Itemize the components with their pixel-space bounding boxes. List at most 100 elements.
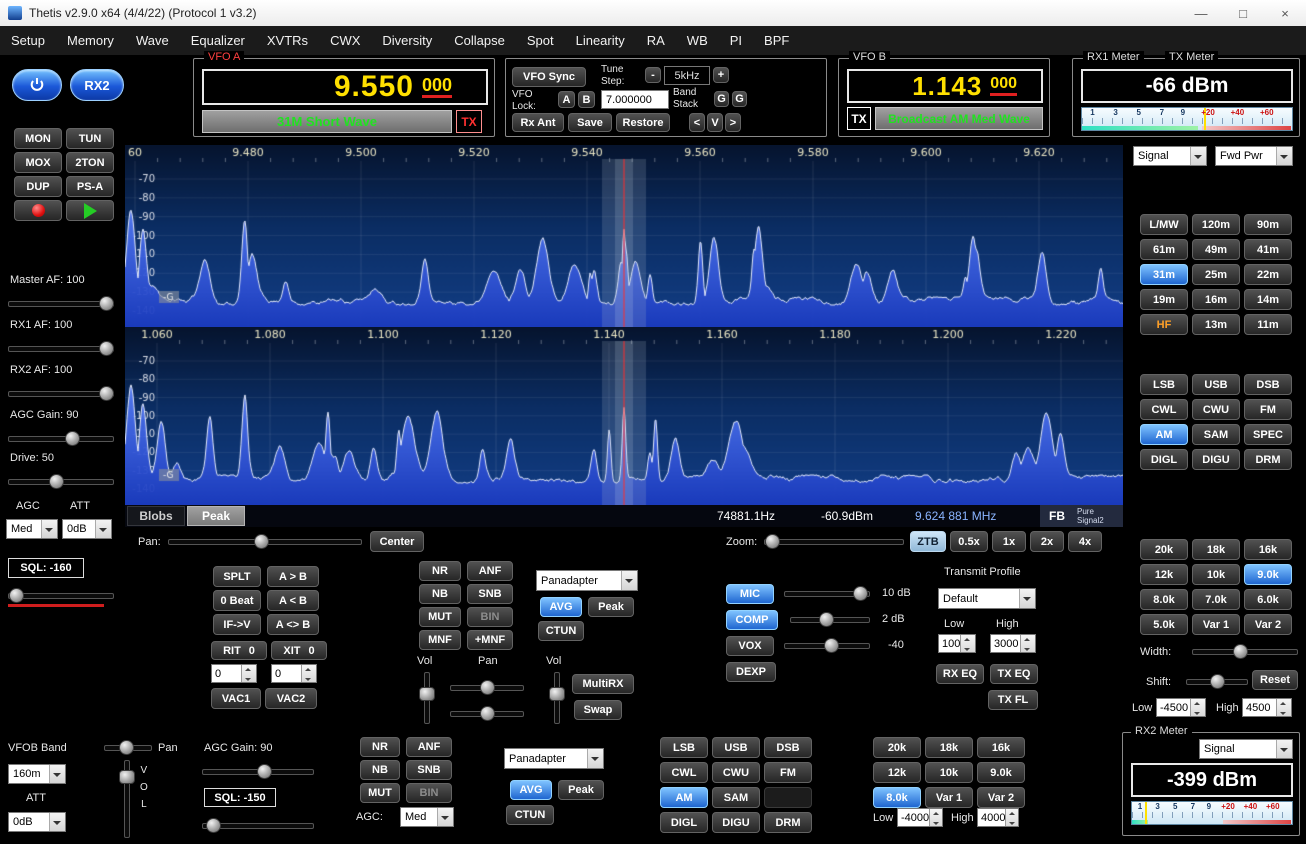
rx2-filter-10k[interactable]: 10k (925, 762, 973, 783)
rx2-filter-16k[interactable]: 16k (977, 737, 1025, 758)
rx2-sql-slider[interactable] (202, 818, 314, 832)
rx1-panadapter-canvas[interactable] (125, 145, 1123, 327)
band-41m[interactable]: 41m (1244, 239, 1292, 260)
zoom-ztb-button[interactable]: ZTB (910, 531, 946, 552)
band-120m[interactable]: 120m (1192, 214, 1240, 235)
rx2-filter-var-2[interactable]: Var 2 (977, 787, 1025, 808)
rx2-mode-cwu[interactable]: CWU (712, 762, 760, 783)
menu-item-ra[interactable]: RA (636, 33, 676, 48)
band-l/mw[interactable]: L/MW (1140, 214, 1188, 235)
menu-item-cwx[interactable]: CWX (319, 33, 371, 48)
a-to-b-button[interactable]: A > B (267, 566, 319, 587)
nr-button[interactable]: NR (419, 561, 461, 581)
b-to-a-button[interactable]: A < B (267, 590, 319, 611)
rx2-nr-button[interactable]: NR (360, 737, 400, 757)
swap-button[interactable]: Swap (574, 700, 622, 720)
tune-step-up-button[interactable]: + (713, 67, 729, 83)
rx2-mode-digl[interactable]: DIGL (660, 812, 708, 833)
rx2-ctun-button[interactable]: CTUN (506, 805, 554, 825)
dup-button[interactable]: DUP (14, 176, 62, 197)
rx2-avg-button[interactable]: AVG (510, 780, 552, 800)
filter-low-spinner[interactable]: -4500 (1156, 698, 1206, 717)
rx2-filter-12k[interactable]: 12k (873, 762, 921, 783)
band-22m[interactable]: 22m (1244, 264, 1292, 285)
rx2-af-slider[interactable] (8, 386, 114, 400)
tx-eq-button[interactable]: TX EQ (990, 664, 1038, 684)
vfob-band-select[interactable]: 160m (8, 764, 66, 784)
spinner-arrows-icon[interactable] (929, 809, 942, 826)
rx1-vol-slider[interactable] (418, 672, 434, 724)
spinner-arrows-icon[interactable] (1276, 699, 1291, 716)
band-13m[interactable]: 13m (1192, 314, 1240, 335)
filter-var-1[interactable]: Var 1 (1192, 614, 1240, 635)
zoom-1x-button[interactable]: 1x (992, 531, 1026, 552)
mox-button[interactable]: MOX (14, 152, 62, 173)
rx2-vol-slider[interactable] (118, 760, 134, 838)
mic-button[interactable]: MIC (726, 584, 774, 604)
tab-peak[interactable]: Peak (187, 506, 245, 526)
split-button[interactable]: SPLT (213, 566, 261, 587)
vox-button[interactable]: VOX (726, 636, 774, 656)
spinner-arrows-icon[interactable] (1005, 809, 1018, 826)
rx2-mode-dsb[interactable]: DSB (764, 737, 812, 758)
menu-item-wave[interactable]: Wave (125, 33, 180, 48)
filter-12k[interactable]: 12k (1140, 564, 1188, 585)
mic-gain-slider[interactable] (784, 586, 870, 600)
rx2-bin-button[interactable]: BIN (406, 783, 452, 803)
avg-button[interactable]: AVG (540, 597, 582, 617)
bandstack-next-button[interactable]: > (725, 113, 741, 132)
rx2-mode-lsb[interactable]: LSB (660, 737, 708, 758)
bin-button[interactable]: BIN (467, 607, 513, 627)
menu-item-spot[interactable]: Spot (516, 33, 565, 48)
rx2-att-select[interactable]: 0dB (8, 812, 66, 832)
mon-button[interactable]: MON (14, 128, 62, 149)
menu-item-pi[interactable]: PI (719, 33, 753, 48)
rx2-agc-select[interactable]: Med (400, 807, 454, 827)
mode-spec[interactable]: SPEC (1244, 424, 1292, 445)
rx-ant-button[interactable]: Rx Ant (512, 113, 564, 132)
vfob-tx-indicator[interactable]: TX (847, 107, 871, 130)
rit-button[interactable]: RIT0 (211, 641, 267, 660)
mode-fm[interactable]: FM (1244, 399, 1292, 420)
att-select[interactable]: 0dB (62, 519, 112, 539)
rx2-filter-var-1[interactable]: Var 1 (925, 787, 973, 808)
maximize-button[interactable]: □ (1222, 0, 1264, 26)
vfo-lock-b-button[interactable]: B (578, 91, 595, 108)
play-button[interactable] (66, 200, 114, 221)
rx2-mode-usb[interactable]: USB (712, 737, 760, 758)
rx2-anf-button[interactable]: ANF (406, 737, 452, 757)
menu-item-memory[interactable]: Memory (56, 33, 125, 48)
filter-20k[interactable]: 20k (1140, 539, 1188, 560)
band-11m[interactable]: 11m (1244, 314, 1292, 335)
vox-slider[interactable] (784, 638, 870, 652)
rx2-nb-button[interactable]: NB (360, 760, 400, 780)
rx-eq-button[interactable]: RX EQ (936, 664, 984, 684)
zoom-4x-button[interactable]: 4x (1068, 531, 1102, 552)
rx2-high-spinner[interactable]: 4000 (977, 808, 1019, 827)
filter-10k[interactable]: 10k (1192, 564, 1240, 585)
multirx-button[interactable]: MultiRX (572, 674, 634, 694)
xit-spinner[interactable]: 0 (271, 664, 317, 683)
rx2-peak-button[interactable]: Peak (558, 780, 604, 800)
mode-cwl[interactable]: CWL (1140, 399, 1188, 420)
rx1-af-slider[interactable] (8, 341, 114, 355)
nb-button[interactable]: NB (419, 584, 461, 604)
save-button[interactable]: Save (568, 113, 612, 132)
zoom-slider[interactable] (764, 534, 904, 548)
transmit-profile-select[interactable]: Default (938, 588, 1036, 609)
rx2-pan-slider[interactable] (104, 740, 152, 754)
filter-18k[interactable]: 18k (1192, 539, 1240, 560)
rx2-filter-18k[interactable]: 18k (925, 737, 973, 758)
shift-reset-button[interactable]: Reset (1252, 670, 1298, 690)
rx2-low-spinner[interactable]: -4000 (897, 808, 943, 827)
peak-button[interactable]: Peak (588, 597, 634, 617)
snb-button[interactable]: SNB (467, 584, 513, 604)
mnf-button[interactable]: MNF (419, 630, 461, 650)
comp-button[interactable]: COMP (726, 610, 778, 630)
mode-digu[interactable]: DIGU (1192, 449, 1240, 470)
band-49m[interactable]: 49m (1192, 239, 1240, 260)
filter-16k[interactable]: 16k (1244, 539, 1292, 560)
mut-button[interactable]: MUT (419, 607, 461, 627)
mode-usb[interactable]: USB (1192, 374, 1240, 395)
a-swap-b-button[interactable]: A <> B (267, 614, 319, 635)
